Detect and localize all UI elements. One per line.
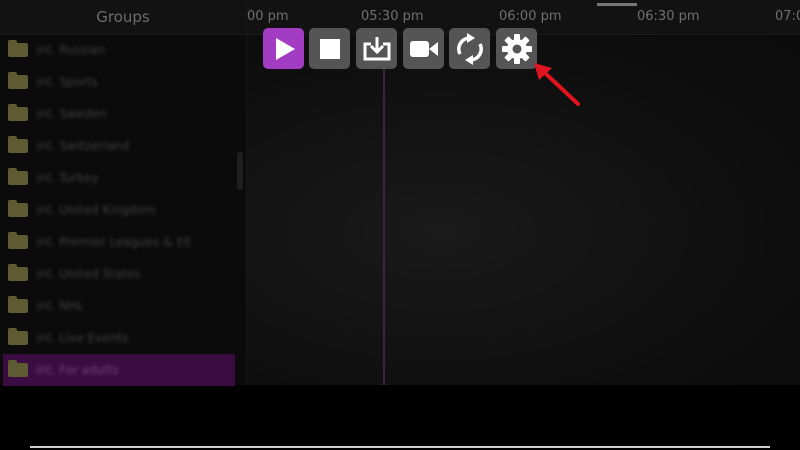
group-item[interactable]: int. Russian [0, 34, 246, 66]
download-button[interactable] [356, 28, 397, 69]
group-item[interactable]: int. NHL [0, 290, 246, 322]
group-item[interactable]: int. Live Events [0, 322, 246, 354]
folder-icon [8, 136, 28, 153]
play-button[interactable] [263, 28, 304, 69]
group-label: int. Live Events [36, 331, 129, 345]
folder-icon [8, 264, 28, 281]
group-item-selected[interactable]: int. For adults [3, 354, 235, 386]
group-label: int. United States [36, 267, 141, 281]
folder-icon [8, 328, 28, 345]
app-window: Groups int. Russian int. Sports int. Swe… [0, 0, 800, 450]
folder-icon [8, 168, 28, 185]
groups-panel: Groups int. Russian int. Sports int. Swe… [0, 0, 247, 386]
record-icon [409, 40, 438, 57]
group-label: int. Premier Leagues & EE [36, 235, 192, 249]
time-label: 06:30 pm [637, 9, 700, 24]
group-label: int. For adults [36, 363, 119, 377]
gear-icon [501, 33, 532, 64]
folder-icon [8, 40, 28, 57]
folder-icon [8, 296, 28, 313]
folder-icon [8, 72, 28, 89]
stop-icon [319, 38, 340, 59]
groups-header: Groups [0, 0, 246, 35]
groups-scrollbar[interactable] [237, 152, 243, 190]
time-label: 07:0 [775, 9, 800, 24]
folder-icon [8, 360, 28, 377]
group-label: int. Sweden [36, 107, 107, 121]
current-time-line [383, 34, 385, 385]
record-button[interactable] [403, 28, 444, 69]
group-item[interactable]: int. Sweden [0, 98, 246, 130]
group-label: int. Switzerland [36, 139, 130, 153]
group-item[interactable]: int. United States [0, 258, 246, 290]
group-label: int. United Kingdom [36, 203, 156, 217]
group-item[interactable]: int. Premier Leagues & EE [0, 226, 246, 258]
group-item[interactable]: int. Turkey [0, 162, 246, 194]
folder-icon [8, 200, 28, 217]
play-icon [275, 37, 295, 60]
folder-icon [8, 104, 28, 121]
stop-button[interactable] [309, 28, 350, 69]
group-item[interactable]: int. Sports [0, 66, 246, 98]
timeline-scroll-indicator[interactable] [597, 3, 637, 6]
refresh-icon [456, 32, 483, 65]
annotation-arrow-icon [534, 63, 580, 106]
group-label: int. Russian [36, 43, 106, 57]
bottom-divider [30, 446, 770, 448]
epg-main-area: Groups int. Russian int. Sports int. Swe… [0, 0, 800, 386]
group-list: int. Russian int. Sports int. Sweden int… [0, 34, 246, 386]
download-icon [363, 36, 390, 60]
group-label: int. Sports [36, 75, 98, 89]
group-label: int. Turkey [36, 171, 99, 185]
group-label: int. NHL [36, 299, 84, 313]
refresh-button[interactable] [449, 28, 490, 69]
group-item[interactable]: int. United Kingdom [0, 194, 246, 226]
folder-icon [8, 232, 28, 249]
group-item[interactable]: int. Switzerland [0, 130, 246, 162]
